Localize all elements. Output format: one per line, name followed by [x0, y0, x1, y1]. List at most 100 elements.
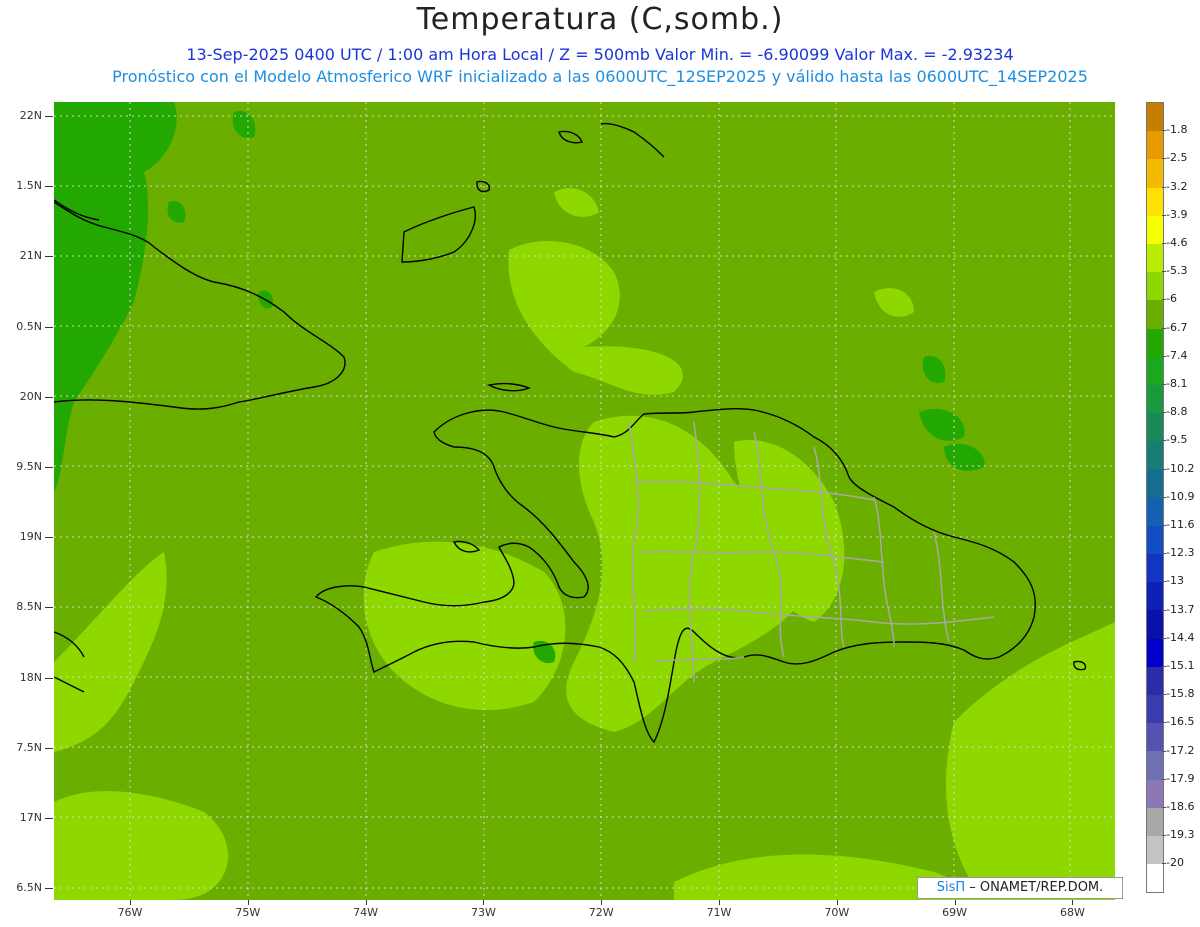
- latitude-tick: [45, 256, 53, 258]
- legend-value-label: -12.3: [1166, 546, 1195, 560]
- latitude-tick: [45, 607, 53, 609]
- legend-value-label: -6.7: [1166, 320, 1188, 334]
- latitude-label: 9.5N: [16, 460, 42, 473]
- legend-value-label: -15.8: [1166, 687, 1195, 701]
- legend-color-swatch: [1147, 835, 1163, 865]
- legend-value-label: -10.9: [1166, 489, 1195, 503]
- longitude-tick: [365, 900, 367, 905]
- legend-color-swatch: [1147, 666, 1163, 695]
- legend-tick: [1162, 186, 1166, 188]
- longitude-label: 68W: [1059, 906, 1085, 919]
- legend-value-label: -10.2: [1166, 461, 1195, 475]
- latitude-label: 20N: [19, 389, 42, 403]
- legend-tick: [1162, 581, 1166, 583]
- legend-value-label: -13: [1166, 574, 1184, 588]
- map-title: Temperatura (C,somb.): [416, 2, 784, 37]
- legend-value-label: -3.9: [1166, 207, 1188, 221]
- legend-color-swatch: [1147, 243, 1163, 273]
- legend-tick: [1162, 327, 1166, 329]
- latitude-label: 7.5N: [16, 740, 42, 754]
- legend-value-label: -7.4: [1166, 348, 1188, 362]
- legend-color-swatch: [1147, 864, 1163, 893]
- legend-tick: [1162, 666, 1166, 667]
- legend-tick: [1162, 750, 1166, 752]
- legend-color-swatch: [1147, 694, 1163, 724]
- legend-tick: [1162, 355, 1166, 357]
- latitude-label: 1.5N: [16, 179, 42, 193]
- latitude-label: 17N: [19, 811, 42, 824]
- legend-tick: [1162, 553, 1166, 555]
- legend-value-label: -14.4: [1166, 630, 1195, 644]
- legend-tick: [1162, 214, 1166, 216]
- legend-color-swatch: [1147, 497, 1163, 526]
- legend-value-label: -2.5: [1166, 151, 1188, 165]
- legend-tick: [1162, 778, 1166, 780]
- legend-color-swatch: [1147, 582, 1163, 611]
- legend-color-swatch: [1147, 384, 1163, 414]
- longitude-label: 72W: [588, 906, 614, 919]
- latitude-tick: [45, 537, 53, 539]
- legend-value-label: -4.6: [1166, 236, 1188, 249]
- latitude-tick: [45, 888, 53, 890]
- legend-tick: [1162, 440, 1166, 442]
- legend-value-label: -9.5: [1166, 433, 1188, 447]
- legend-color-swatch: [1147, 525, 1163, 554]
- longitude-tick: [719, 900, 720, 905]
- legend-value-label: -13.7: [1166, 602, 1195, 616]
- legend-tick: [1162, 609, 1166, 611]
- legend-value-label: -8.1: [1166, 377, 1188, 390]
- longitude-label: 71W: [706, 906, 732, 919]
- legend-color-swatch: [1147, 103, 1163, 132]
- latitude-tick: [45, 747, 53, 749]
- legend-tick: [1162, 694, 1166, 696]
- longitude-label: 74W: [353, 906, 379, 919]
- latitude-tick: [45, 186, 53, 188]
- legend-tick: [1162, 158, 1166, 160]
- legend-color-swatch: [1147, 159, 1163, 188]
- legend-value-label: -17.9: [1166, 771, 1195, 785]
- sisp-logo-text: SisΠ: [936, 880, 966, 895]
- latitude-label: 0.5N: [16, 319, 42, 333]
- legend-tick: [1162, 271, 1166, 273]
- latitude-label: 8.5N: [16, 600, 42, 614]
- legend-color-swatch: [1147, 723, 1163, 752]
- longitude-tick: [483, 900, 485, 905]
- legend-tick: [1162, 130, 1166, 132]
- legend-value-label: -1.8: [1166, 123, 1188, 137]
- legend-value-label: -20: [1166, 856, 1184, 870]
- map-panel: [54, 102, 1115, 900]
- longitude-tick: [954, 900, 956, 905]
- legend-value-label: -8.8: [1166, 405, 1188, 419]
- legend-value-label: -3.2: [1166, 179, 1188, 193]
- subtitle-run-info: 13-Sep-2025 0400 UTC / 1:00 am Hora Loca…: [186, 45, 1014, 64]
- legend-color-swatch: [1147, 328, 1163, 357]
- legend-tick: [1162, 496, 1166, 498]
- latitude-tick: [45, 818, 53, 819]
- latitude-label: 19N: [19, 530, 42, 544]
- legend-tick: [1162, 863, 1166, 865]
- latitude-tick: [45, 677, 53, 679]
- legend-color-swatch: [1147, 610, 1163, 639]
- latitude-tick: [45, 467, 53, 468]
- legend-value-label: -5.3: [1166, 264, 1188, 278]
- longitude-tick: [1072, 900, 1074, 905]
- legend-color-swatch: [1147, 469, 1163, 498]
- legend-color-swatch: [1147, 638, 1163, 667]
- legend-color-swatch: [1147, 807, 1163, 836]
- legend-tick: [1162, 807, 1166, 808]
- longitude-tick: [247, 900, 249, 905]
- longitude-label: 73W: [470, 906, 496, 919]
- credit-box: SisΠ – ONAMET/REP.DOM.: [917, 877, 1123, 899]
- longitude-label: 76W: [117, 906, 143, 919]
- legend-color-swatch: [1147, 554, 1163, 583]
- latitude-label: 22N: [19, 109, 42, 122]
- legend-color-swatch: [1147, 441, 1163, 470]
- latitude-label: 21N: [19, 249, 42, 263]
- legend-value-label: -16.5: [1166, 715, 1195, 729]
- legend-tick: [1162, 412, 1166, 414]
- latitude-tick: [45, 326, 53, 328]
- legend-color-swatch: [1147, 300, 1163, 329]
- legend-value-label: -15.1: [1166, 659, 1195, 672]
- legend-value-label: -19.3: [1166, 828, 1195, 842]
- latitude-tick: [45, 396, 53, 398]
